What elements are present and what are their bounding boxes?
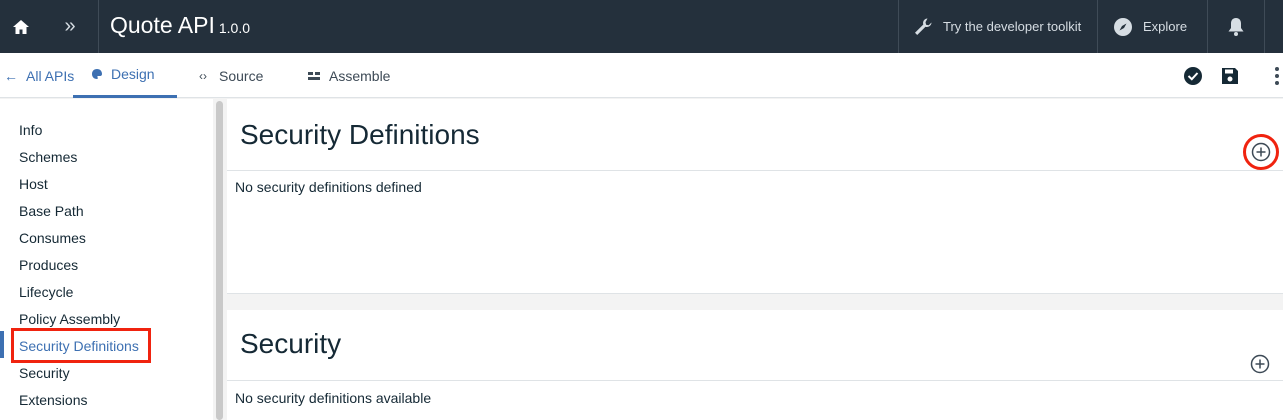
validate-icon: [1184, 66, 1202, 85]
save-icon: [1222, 67, 1238, 84]
divider: [898, 0, 899, 53]
empty-state-message: No security definitions defined: [235, 179, 422, 195]
active-indicator: [0, 331, 4, 358]
design-sidebar: Info Schemes Host Base Path Consumes Pro…: [0, 99, 213, 420]
highlight-box: [11, 328, 151, 363]
assemble-icon: [308, 71, 320, 80]
sidebar-item-produces[interactable]: Produces: [19, 257, 78, 273]
bell-icon: [1228, 17, 1244, 36]
sidebar-item-extensions[interactable]: Extensions: [19, 392, 87, 408]
add-circle-icon: [1250, 354, 1270, 374]
api-name: Quote API: [110, 12, 215, 38]
api-tabs-bar: ← All APIs Design ‹› Source Assemble: [0, 53, 1283, 98]
sidebar-item-info[interactable]: Info: [19, 122, 42, 138]
tab-design[interactable]: Design: [73, 53, 177, 98]
palette-icon: [92, 69, 102, 79]
wrench-icon: [915, 18, 932, 35]
home-icon: [13, 19, 29, 34]
api-version: 1.0.0: [218, 20, 250, 36]
sidebar-item-schemes[interactable]: Schemes: [19, 149, 77, 165]
arrow-left-icon: ←: [4, 67, 18, 84]
sidebar-item-consumes[interactable]: Consumes: [19, 230, 86, 246]
sidebar-item-policy-assembly[interactable]: Policy Assembly: [19, 311, 120, 327]
divider: [1097, 0, 1098, 53]
tab-assemble[interactable]: Assemble: [307, 53, 390, 98]
sidebar-scroll-thumb[interactable]: [216, 101, 223, 420]
divider: [227, 170, 1283, 171]
tab-source[interactable]: ‹› Source: [199, 53, 263, 98]
divider: [1264, 0, 1265, 53]
home-button[interactable]: [0, 0, 42, 53]
tab-assemble-label: Assemble: [329, 67, 391, 84]
code-icon: ‹›: [199, 68, 207, 83]
api-title: Quote API 1.0.0: [110, 12, 250, 39]
add-security-button[interactable]: [1248, 352, 1272, 376]
developer-toolkit-button[interactable]: Try the developer toolkit: [913, 0, 1081, 53]
explore-button[interactable]: Explore: [1113, 0, 1187, 53]
developer-toolkit-label: Try the developer toolkit: [943, 19, 1082, 34]
security-panel: Security No security definitions availab…: [227, 310, 1283, 420]
more-menu-button[interactable]: [1274, 53, 1280, 98]
empty-state-message: No security definitions available: [235, 390, 432, 406]
sidebar-item-host[interactable]: Host: [19, 176, 48, 192]
explore-label: Explore: [1143, 19, 1188, 34]
save-button[interactable]: [1221, 53, 1239, 98]
divider: [98, 0, 99, 53]
sidebar-item-base-path[interactable]: Base Path: [19, 203, 84, 219]
divider: [227, 380, 1283, 381]
section-title: Security Definitions: [240, 119, 480, 150]
tab-source-label: Source: [219, 67, 264, 84]
compass-icon: [1114, 17, 1132, 36]
more-vertical-icon: [1275, 66, 1279, 85]
security-definitions-panel: Security Definitions No security definit…: [227, 99, 1283, 294]
notifications-button[interactable]: [1208, 0, 1264, 53]
expand-icon: »: [64, 15, 76, 37]
sidebar-item-lifecycle[interactable]: Lifecycle: [19, 284, 73, 300]
all-apis-link[interactable]: ← All APIs: [4, 53, 74, 98]
section-title: Security: [240, 328, 342, 359]
validate-button[interactable]: [1183, 53, 1203, 98]
all-apis-label: All APIs: [26, 67, 75, 84]
highlight-circle: [1243, 134, 1279, 170]
expand-nav-button[interactable]: »: [42, 0, 98, 53]
top-header: » Quote API 1.0.0 Try the developer toolk…: [0, 0, 1283, 53]
sidebar-item-security[interactable]: Security: [19, 365, 70, 381]
tab-design-label: Design: [111, 66, 155, 82]
